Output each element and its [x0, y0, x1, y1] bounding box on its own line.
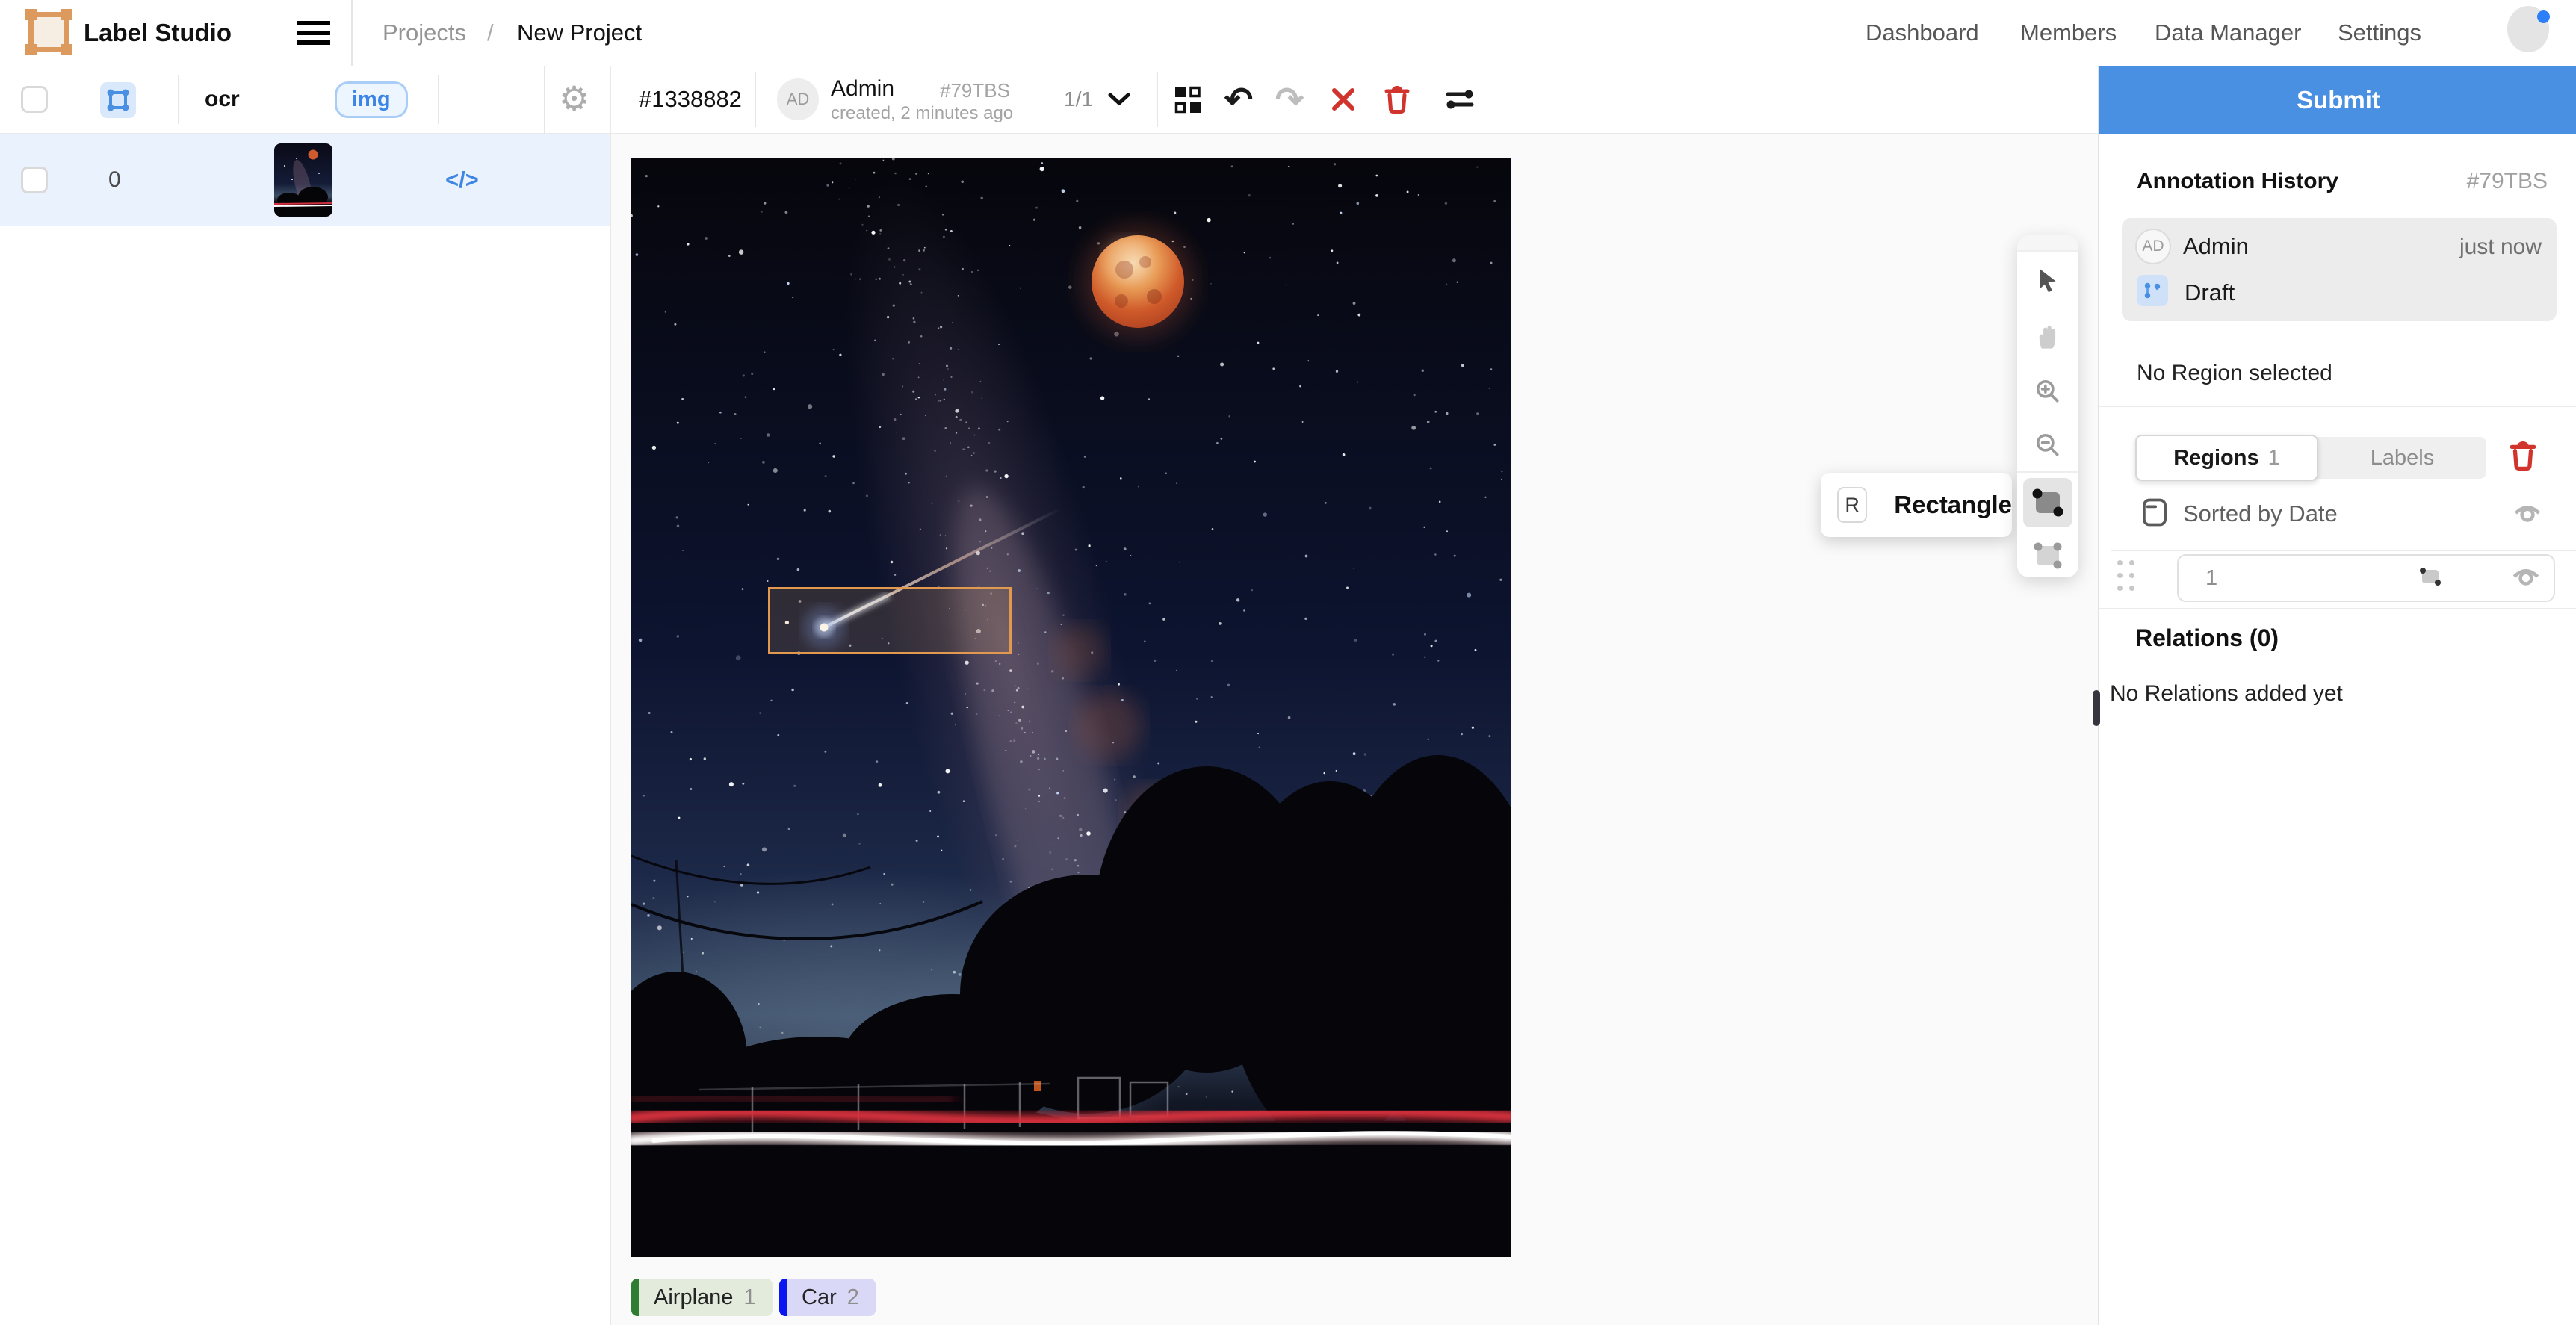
- task-id: #1338882: [639, 66, 742, 133]
- palette-drag-handle[interactable]: [2017, 235, 2078, 252]
- undo-icon[interactable]: ↶: [1216, 66, 1261, 133]
- tooltip-label: Rectangle: [1894, 491, 2012, 519]
- task-source-code-icon[interactable]: </>: [445, 134, 479, 226]
- nav-settings[interactable]: Settings: [2338, 0, 2421, 66]
- reset-x-icon[interactable]: [1321, 66, 1366, 133]
- annotation-toolbar: #1338882 AD Admin #79TBS created, 2 minu…: [611, 66, 2098, 134]
- frame-corners-icon: [107, 89, 129, 111]
- blood-moon: [1080, 223, 1196, 340]
- select-all-checkbox[interactable]: [21, 86, 48, 113]
- relations-swap-icon[interactable]: [1437, 66, 1482, 133]
- history-item-card[interactable]: AD Admin just now Draft: [2122, 218, 2557, 321]
- region-visibility-eye-icon[interactable]: [2510, 564, 2542, 593]
- nav-dashboard[interactable]: Dashboard: [1866, 0, 1979, 66]
- label-pill-car[interactable]: Car 2: [779, 1279, 876, 1316]
- grid-view-icon[interactable]: [1165, 66, 1210, 133]
- delete-regions-trash-icon[interactable]: [2509, 439, 2537, 476]
- label-hotkey: 2: [847, 1285, 876, 1310]
- annotation-pager: 1/1: [1064, 66, 1093, 133]
- history-timestamp: just now: [2459, 235, 2542, 260]
- task-row[interactable]: 0: [0, 134, 610, 226]
- hotkey-badge: R: [1837, 487, 1867, 523]
- tasks-sidebar: ocr img ⚙ 0: [0, 66, 611, 1325]
- no-region-selected-text: No Region selected: [2137, 361, 2332, 386]
- relations-title: Relations (0): [2135, 624, 2279, 652]
- annotation-panel: Submit Annotation History #79TBS AD Admi…: [2098, 66, 2576, 1325]
- nav-data-manager[interactable]: Data Manager: [2155, 0, 2301, 66]
- label-color-bar: [631, 1279, 639, 1316]
- delete-annotation-trash-icon[interactable]: [1375, 66, 1419, 133]
- annotation-workspace: Airplane 1 Car 2 R Rectangle: [611, 134, 2098, 1325]
- draft-status-icon: [2137, 275, 2168, 306]
- toggle-all-visibility-eye-icon[interactable]: [2512, 500, 2543, 530]
- annotation-history-id: #79TBS: [2467, 169, 2548, 194]
- label-color-bar: [779, 1279, 787, 1316]
- region-rectangle-airplane[interactable]: [768, 587, 1012, 654]
- task-thumbnail[interactable]: [274, 143, 332, 217]
- region-rectangle-type-icon: [2418, 565, 2443, 592]
- hamburger-menu-icon[interactable]: [297, 21, 330, 45]
- breadcrumb-current: New Project: [517, 0, 642, 66]
- label-name: Car: [787, 1285, 847, 1310]
- redo-icon[interactable]: ↷: [1267, 66, 1312, 133]
- app-header: Label Studio Projects / New Project Dash…: [0, 0, 2576, 67]
- tab-regions-label: Regions: [2173, 446, 2258, 471]
- history-status: Draft: [2185, 279, 2235, 306]
- sort-order-icon[interactable]: [2141, 497, 2168, 531]
- annotation-id: #79TBS: [940, 79, 1010, 102]
- task-checkbox[interactable]: [21, 167, 48, 193]
- label-pill-airplane[interactable]: Airplane 1: [631, 1279, 773, 1316]
- label-hotkey: 1: [743, 1285, 772, 1310]
- move-tool-cursor-icon[interactable]: [2017, 258, 2078, 304]
- zoom-out-tool-icon[interactable]: [2017, 422, 2078, 468]
- label-studio-app: Label Studio Projects / New Project Dash…: [0, 0, 2576, 1325]
- submit-button[interactable]: Submit: [2099, 66, 2576, 134]
- annotator-avatar: AD: [777, 78, 819, 120]
- column-tag-img[interactable]: img: [335, 81, 408, 118]
- sorted-by-date-label[interactable]: Sorted by Date: [2183, 500, 2338, 527]
- label-name: Airplane: [639, 1285, 743, 1310]
- panel-resize-handle[interactable]: [2093, 690, 2100, 726]
- app-title: Label Studio: [84, 0, 232, 66]
- label-studio-logo-icon: [28, 12, 69, 52]
- annotator-name: Admin: [831, 76, 894, 102]
- nav-members[interactable]: Members: [2020, 0, 2117, 66]
- tab-regions-count: 1: [2268, 446, 2280, 471]
- lit-window: [1034, 1081, 1041, 1091]
- tool-palette: [2017, 235, 2078, 577]
- annotation-history-title: Annotation History: [2137, 169, 2338, 194]
- relations-empty-text: No Relations added yet: [2110, 681, 2343, 707]
- tab-labels[interactable]: Labels: [2318, 437, 2486, 479]
- three-point-rectangle-tool[interactable]: [2017, 533, 2078, 577]
- zoom-in-tool-icon[interactable]: [2017, 368, 2078, 415]
- sidebar-settings-gear-icon[interactable]: ⚙: [559, 66, 589, 131]
- regions-labels-tabs: Regions 1 Labels: [2135, 437, 2486, 479]
- region-index: 1: [2205, 566, 2217, 591]
- annotations-column-icon[interactable]: [100, 82, 136, 118]
- breadcrumb-separator: /: [487, 0, 494, 66]
- tab-regions[interactable]: Regions 1: [2135, 435, 2318, 481]
- annotation-selector-chevron-down-icon[interactable]: [1098, 66, 1140, 133]
- breadcrumb-projects[interactable]: Projects: [383, 0, 466, 66]
- pan-tool-hand-icon[interactable]: [2017, 313, 2078, 359]
- region-list-item[interactable]: 1: [2177, 554, 2555, 602]
- column-header-ocr[interactable]: ocr: [205, 66, 240, 133]
- rectangle-tool-tooltip: R Rectangle: [1821, 473, 2012, 537]
- task-image[interactable]: [631, 158, 1511, 1257]
- notification-dot: [2537, 10, 2550, 23]
- task-index: 0: [108, 134, 121, 226]
- history-avatar: AD: [2135, 229, 2171, 264]
- rectangle-tool-selected[interactable]: [2017, 477, 2078, 528]
- annotation-created: created, 2 minutes ago: [831, 103, 1013, 124]
- history-user-name: Admin: [2183, 233, 2249, 260]
